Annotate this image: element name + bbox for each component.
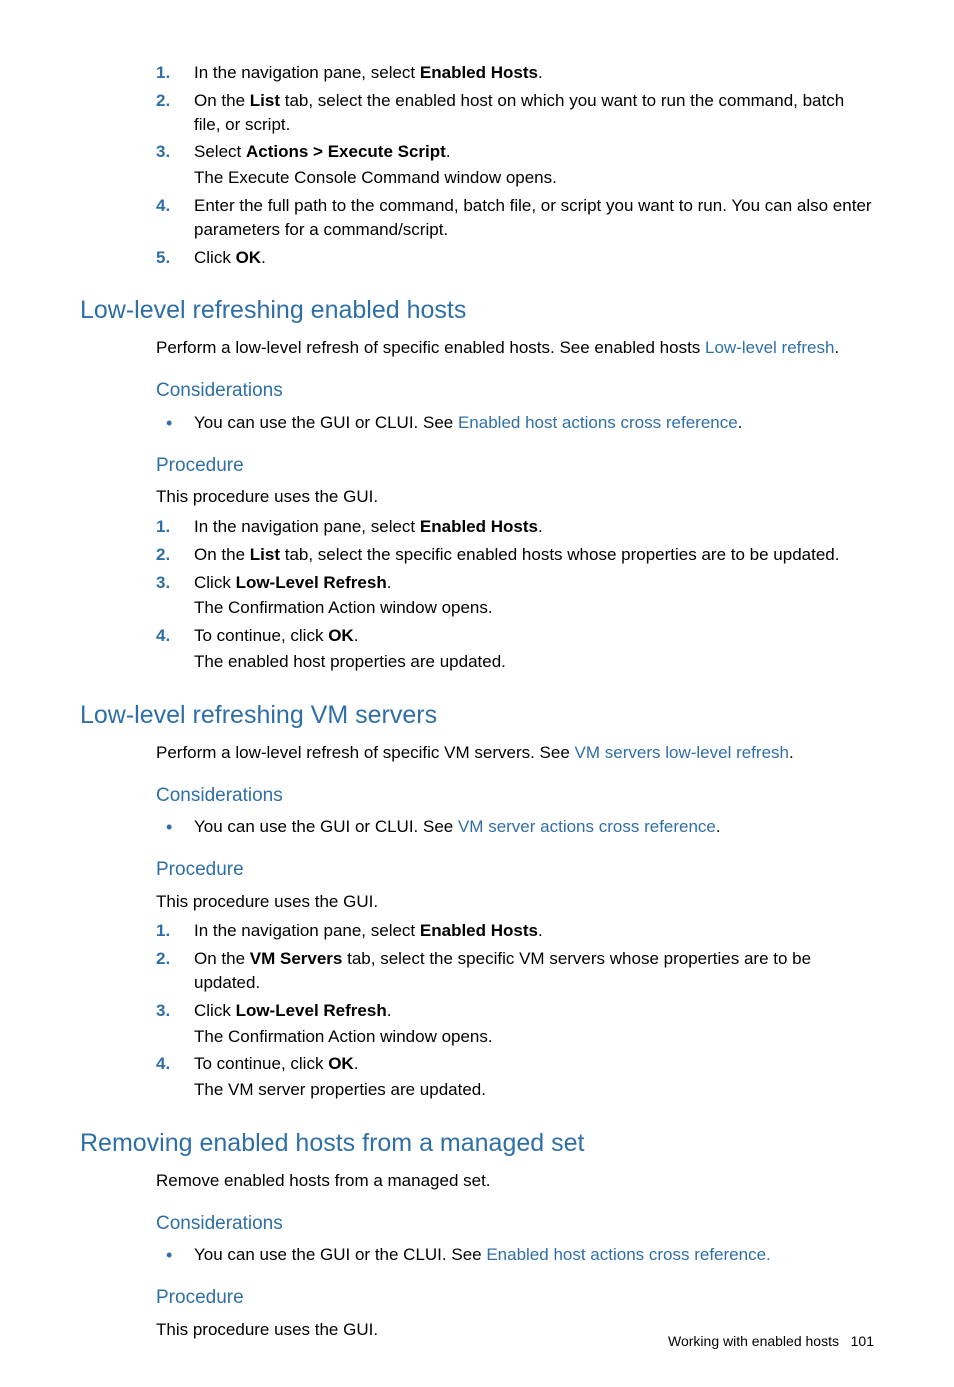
step-number: 1. (156, 919, 170, 943)
step-text: In the navigation pane, select Enabled H… (194, 63, 543, 82)
procedure-step: 3.Click Low-Level Refresh.The Confirmati… (194, 999, 874, 1049)
link-vm-servers-low-level-refresh[interactable]: VM servers low-level refresh (575, 743, 789, 762)
step-text: Click OK. (194, 248, 266, 267)
step-number: 3. (156, 140, 170, 164)
sec2-consideration-item: You can use the GUI or CLUI. See VM serv… (194, 815, 874, 839)
link-low-level-refresh[interactable]: Low-level refresh (705, 338, 834, 357)
procedure-step: 1.In the navigation pane, select Enabled… (194, 515, 874, 539)
step-number: 4. (156, 624, 170, 648)
step-number: 2. (156, 543, 170, 567)
procedure-step: 1.In the navigation pane, select Enabled… (194, 919, 874, 943)
step-number: 1. (156, 61, 170, 85)
link-enabled-host-actions-xref-1[interactable]: Enabled host actions cross reference (458, 413, 738, 432)
link-enabled-host-actions-xref-2[interactable]: Enabled host actions cross reference. (486, 1245, 770, 1264)
sec1-procedure-steps: 1. In the navigation pane, select Enabled… (156, 515, 874, 674)
step-subtext: The VM server properties are updated. (194, 1078, 874, 1102)
step-text: Select Actions > Execute Script. (194, 142, 451, 161)
procedure-step: 2.On the VM Servers tab, select the spec… (194, 947, 874, 995)
sec1-consideration-item: You can use the GUI or CLUI. See Enabled… (194, 411, 874, 435)
procedure-step: 3.Select Actions > Execute Script.The Ex… (194, 140, 874, 190)
sec2-proc-intro: This procedure uses the GUI. (156, 890, 874, 914)
procedure-step: 4.To continue, click OK.The enabled host… (194, 624, 874, 674)
sec1-considerations-list: You can use the GUI or CLUI. See Enabled… (156, 411, 874, 435)
sec2-procedure-heading: Procedure (156, 857, 874, 884)
sec2-considerations-list: You can use the GUI or CLUI. See VM serv… (156, 815, 874, 839)
step-text: On the List tab, select the enabled host… (194, 91, 844, 134)
step-text: In the navigation pane, select Enabled H… (194, 517, 543, 536)
sec2-cons-pre: You can use the GUI or CLUI. See (194, 817, 458, 836)
sec1-intro-post: . (834, 338, 839, 357)
procedure-step: 4.Enter the full path to the command, ba… (194, 194, 874, 242)
page-footer: Working with enabled hosts 101 (668, 1332, 874, 1352)
footer-label: Working with enabled hosts (668, 1333, 839, 1349)
heading-low-level-refreshing-vm-servers: Low-level refreshing VM servers (80, 698, 874, 733)
step-number: 4. (156, 1052, 170, 1076)
step-number: 2. (156, 947, 170, 971)
sec2-intro-post: . (789, 743, 794, 762)
step-number: 3. (156, 571, 170, 595)
step-number: 1. (156, 515, 170, 539)
sec3-considerations-heading: Considerations (156, 1211, 874, 1238)
sec2-cons-post: . (716, 817, 721, 836)
sec2-intro: Perform a low-level refresh of specific … (156, 741, 874, 765)
link-vm-server-actions-xref[interactable]: VM server actions cross reference (458, 817, 716, 836)
step-number: 4. (156, 194, 170, 218)
step-subtext: The enabled host properties are updated. (194, 650, 874, 674)
sec1-cons-post: . (738, 413, 743, 432)
sec1-intro-pre: Perform a low-level refresh of specific … (156, 338, 705, 357)
sec2-procedure-steps: 1. In the navigation pane, select Enabled… (156, 919, 874, 1102)
procedure-step: 1.In the navigation pane, select Enabled… (194, 61, 874, 85)
heading-removing-enabled-hosts: Removing enabled hosts from a managed se… (80, 1126, 874, 1161)
step-subtext: The Execute Console Command window opens… (194, 166, 874, 190)
step-text: On the VM Servers tab, select the specif… (194, 949, 811, 992)
step-text: On the List tab, select the specific ena… (194, 545, 839, 564)
procedure-step: 2.On the List tab, select the enabled ho… (194, 89, 874, 137)
footer-page-number: 101 (851, 1333, 874, 1349)
sec3-consideration-item: You can use the GUI or the CLUI. See Ena… (194, 1243, 874, 1267)
step-text: Enter the full path to the command, batc… (194, 196, 872, 239)
step-text: Click Low-Level Refresh. (194, 1001, 391, 1020)
intro-procedure-steps: 1. In the navigation pane, select Enabled… (156, 61, 874, 269)
sec1-procedure-heading: Procedure (156, 453, 874, 480)
sec3-cons-pre: You can use the GUI or the CLUI. See (194, 1245, 486, 1264)
step-subtext: The Confirmation Action window opens. (194, 1025, 874, 1049)
step-subtext: The Confirmation Action window opens. (194, 596, 874, 620)
document-page: 1. In the navigation pane, select Enabled… (0, 0, 954, 1387)
heading-low-level-refreshing-enabled-hosts: Low-level refreshing enabled hosts (80, 293, 874, 328)
sec1-intro: Perform a low-level refresh of specific … (156, 336, 874, 360)
sec3-procedure-heading: Procedure (156, 1285, 874, 1312)
step-text: To continue, click OK. (194, 1054, 358, 1073)
procedure-step: 2.On the List tab, select the specific e… (194, 543, 874, 567)
step-number: 2. (156, 89, 170, 113)
sec1-proc-intro: This procedure uses the GUI. (156, 485, 874, 509)
step-text: In the navigation pane, select Enabled H… (194, 921, 543, 940)
step-text: To continue, click OK. (194, 626, 358, 645)
sec3-considerations-list: You can use the GUI or the CLUI. See Ena… (156, 1243, 874, 1267)
step-text: Click Low-Level Refresh. (194, 573, 391, 592)
step-number: 3. (156, 999, 170, 1023)
sec3-intro: Remove enabled hosts from a managed set. (156, 1169, 874, 1193)
procedure-step: 5.Click OK. (194, 246, 874, 270)
procedure-step: 3.Click Low-Level Refresh.The Confirmati… (194, 571, 874, 621)
step-number: 5. (156, 246, 170, 270)
procedure-step: 4.To continue, click OK.The VM server pr… (194, 1052, 874, 1102)
sec2-intro-pre: Perform a low-level refresh of specific … (156, 743, 575, 762)
sec1-cons-pre: You can use the GUI or CLUI. See (194, 413, 458, 432)
sec2-considerations-heading: Considerations (156, 783, 874, 810)
sec1-considerations-heading: Considerations (156, 378, 874, 405)
